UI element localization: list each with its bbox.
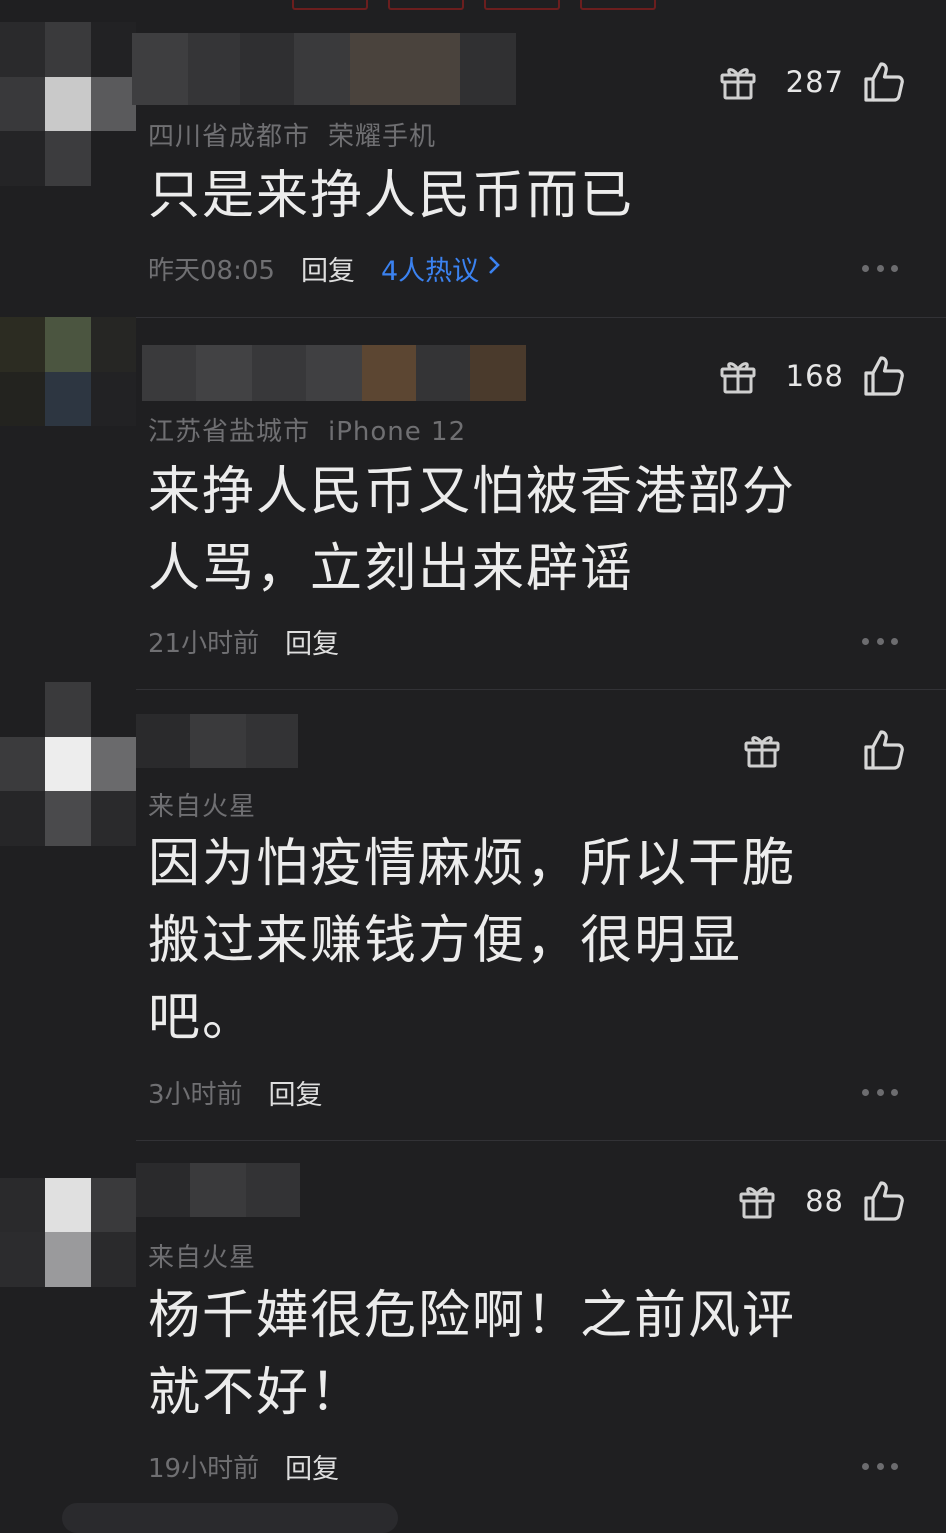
comment-line: 就不好！ [148, 1363, 365, 1423]
like-count: 287 [785, 65, 844, 99]
gift-button[interactable] [737, 1181, 777, 1221]
more-dots-icon [862, 1462, 869, 1470]
gift-button[interactable] [718, 356, 758, 396]
user-meta: 来自火星 [148, 786, 256, 823]
comment-actions: 88 [737, 1179, 906, 1223]
username-blurred[interactable] [136, 714, 298, 768]
comment-footer: 19小时前 回复 [148, 1446, 365, 1486]
like-button[interactable] [862, 60, 906, 104]
comment-text: 只是来挣人民币而已 [148, 158, 868, 235]
avatar[interactable] [0, 22, 136, 186]
comment-time: 3小时前 [148, 1079, 243, 1110]
reply-button[interactable]: 回复 [285, 1447, 339, 1486]
comment-time: 21小时前 [148, 628, 260, 659]
user-location: 四川省成都市 [148, 122, 311, 152]
comment-text: 来挣人民币又怕被香港部分 人骂，立刻出来辟谣 [148, 454, 868, 608]
user-location: 江苏省盐城市 [148, 417, 311, 447]
comment-actions: 287 [718, 60, 906, 104]
more-options-button[interactable] [862, 263, 898, 273]
like-button[interactable] [862, 1179, 906, 1223]
comment-line: 来挣人民币又怕被香港部分 [148, 462, 797, 522]
comment-line: 杨千嬅很危险啊！之前风评 [148, 1286, 797, 1346]
gift-button[interactable] [742, 730, 782, 770]
comment-line: 只是来挣人民币而已 [148, 166, 635, 226]
gift-icon [739, 1187, 775, 1219]
comment-time: 19小时前 [148, 1453, 260, 1484]
comment-actions: 168 [718, 354, 906, 398]
user-device: iPhone 12 [328, 417, 467, 447]
gift-icon [720, 68, 756, 100]
comment-item: 江苏省盐城市 iPhone 12 168 来挣人民币又怕被香港部分 人骂，立刻出来… [0, 317, 946, 690]
thumbs-up-icon [864, 1181, 904, 1221]
comment-footer: 21小时前 回复 [148, 621, 365, 661]
more-options-button[interactable] [862, 1461, 898, 1471]
hot-discussion-link[interactable]: 4人热议 [381, 249, 501, 288]
thumbs-up-icon [864, 730, 904, 770]
comment-line: 人骂，立刻出来辟谣 [148, 539, 635, 599]
more-dots-icon [862, 264, 869, 272]
user-location: 来自火星 [148, 1243, 257, 1273]
like-button[interactable] [862, 728, 906, 772]
thumbs-up-icon [864, 62, 904, 102]
user-location: 来自火星 [148, 792, 257, 822]
user-meta: 江苏省盐城市 iPhone 12 [148, 411, 466, 448]
avatar[interactable] [0, 1123, 136, 1287]
avatar[interactable] [0, 682, 136, 846]
chevron-right-icon [487, 253, 501, 284]
avatar[interactable] [0, 317, 136, 481]
user-device: 荣耀手机 [328, 122, 437, 152]
comment-actions [742, 728, 906, 772]
gift-button[interactable] [718, 62, 758, 102]
username-blurred[interactable] [142, 345, 526, 401]
username-blurred[interactable] [136, 1163, 300, 1217]
thumbs-up-icon [864, 356, 904, 396]
more-dots-icon [862, 1088, 869, 1096]
comment-text: 杨千嬅很危险啊！之前风评 就不好！ [148, 1278, 868, 1432]
comment-item: 四川省成都市 荣耀手机 287 只是来挣人民币而已 昨天08:05 回复 4人热议 [0, 0, 946, 318]
comment-footer: 昨天08:05 回复 4人热议 [148, 248, 501, 288]
username-blurred[interactable] [132, 33, 516, 105]
gift-icon [744, 736, 780, 768]
bottom-input-bar[interactable] [62, 1503, 398, 1533]
reply-button[interactable]: 回复 [285, 622, 339, 661]
like-count: 88 [805, 1184, 844, 1218]
more-options-button[interactable] [862, 1087, 898, 1097]
comment-time: 昨天08:05 [148, 255, 275, 286]
comment-text: 因为怕疫情麻烦，所以干脆 搬过来赚钱方便，很明显 吧。 [148, 826, 868, 1057]
like-count: 168 [785, 359, 844, 393]
more-dots-icon [862, 637, 869, 645]
comment-line: 吧。 [148, 988, 257, 1048]
hot-discussion-label: 4人热议 [380, 255, 480, 287]
more-options-button[interactable] [862, 636, 898, 646]
comment-item: 来自火星 因为怕疫情麻烦，所以干脆 搬过来赚钱方便，很明显 吧。 3小时前 回复 [0, 682, 946, 1141]
user-meta: 来自火星 [148, 1237, 256, 1274]
reply-button[interactable]: 回复 [301, 249, 355, 288]
comment-line: 因为怕疫情麻烦，所以干脆 [148, 834, 797, 894]
gift-icon [720, 362, 756, 394]
comment-footer: 3小时前 回复 [148, 1072, 349, 1112]
user-meta: 四川省成都市 荣耀手机 [148, 116, 436, 153]
like-button[interactable] [862, 354, 906, 398]
reply-button[interactable]: 回复 [269, 1073, 323, 1112]
comment-item: 来自火星 88 杨千嬅很危险啊！之前风评 就不好！ 19小时前 回复 [0, 1123, 946, 1517]
comment-line: 搬过来赚钱方便，很明显 [148, 911, 743, 971]
